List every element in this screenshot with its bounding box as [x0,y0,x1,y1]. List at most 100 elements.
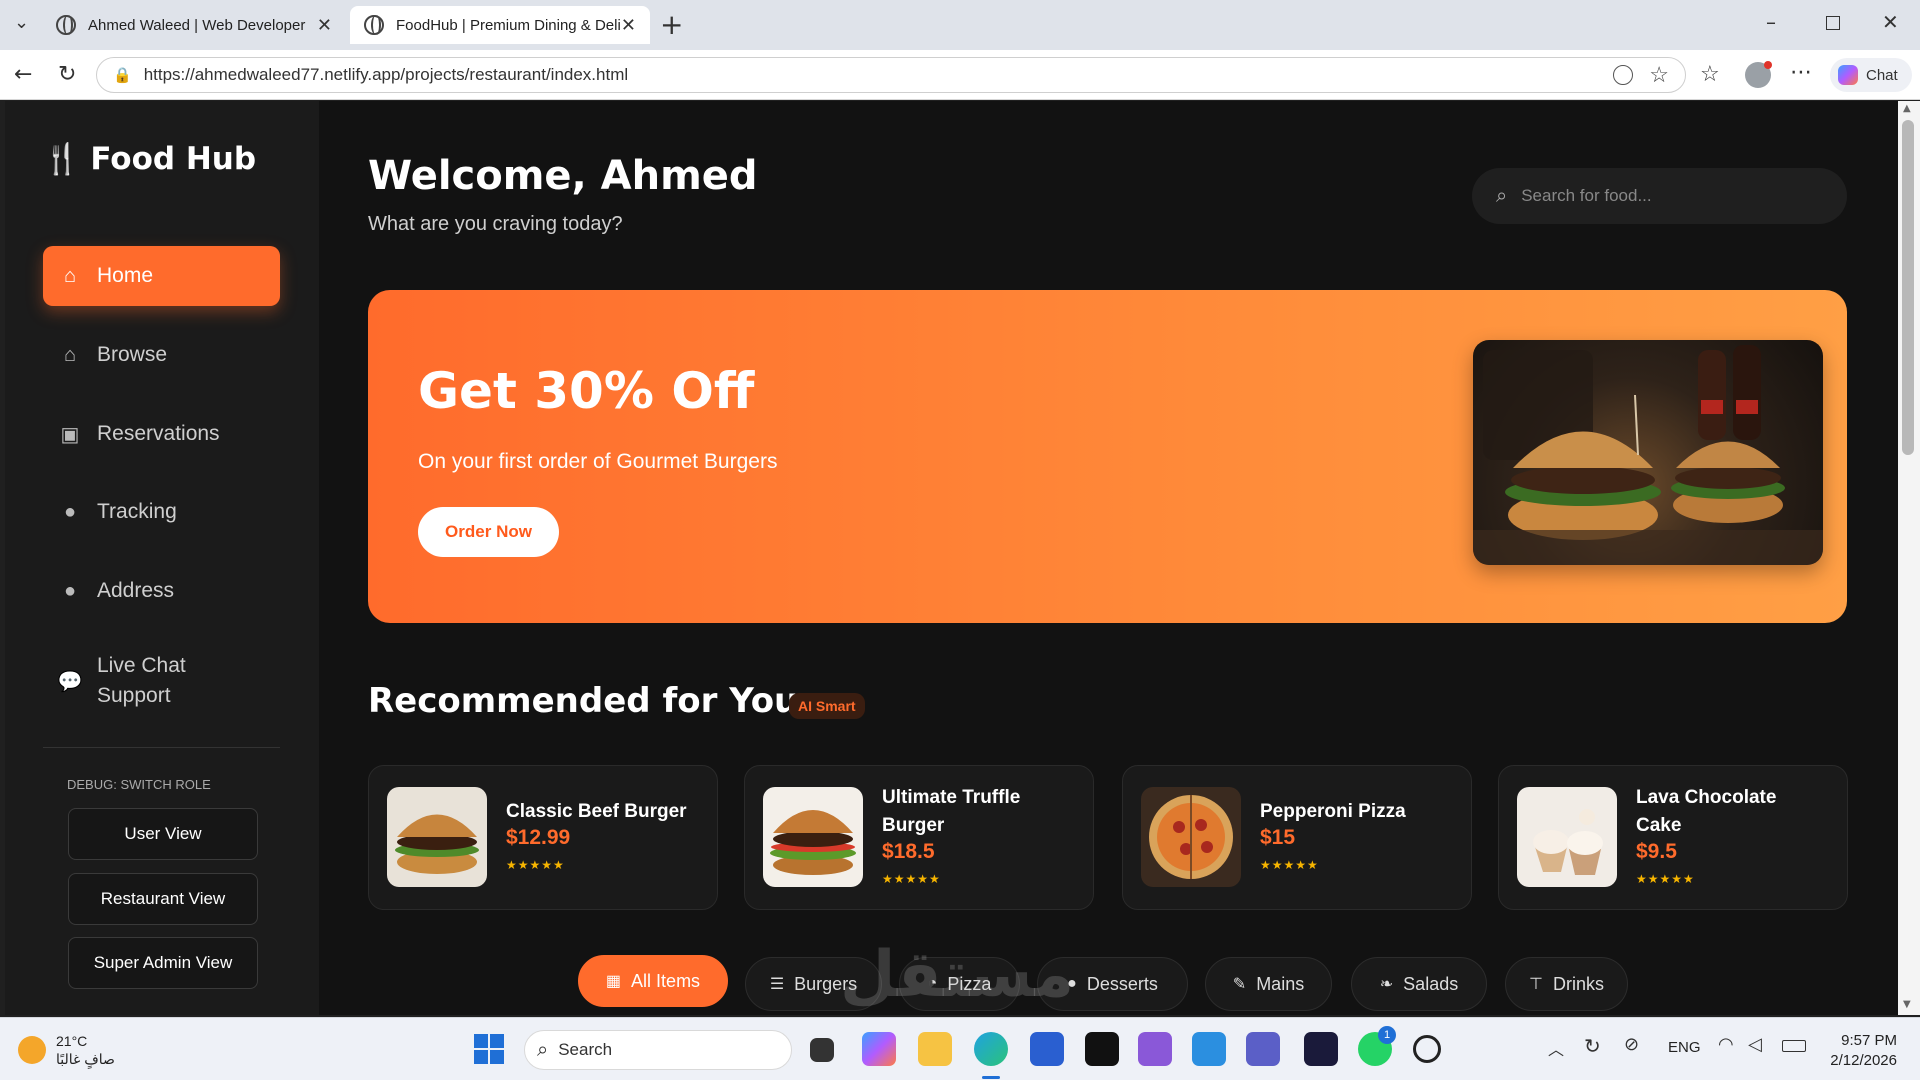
category-desserts[interactable]: ● Desserts [1037,957,1188,1011]
sidebar-item-live-chat[interactable]: 💬 Live Chat Support [43,646,280,716]
close-tab-icon[interactable]: ✕ [317,15,332,36]
rating-stars: ★★★★★ [882,872,941,886]
category-burgers[interactable]: ☰ Burgers [745,957,882,1011]
back-icon[interactable]: ← [14,62,32,87]
food-image [1517,787,1617,887]
start-button[interactable] [474,1034,504,1064]
store-icon[interactable] [1030,1032,1064,1066]
more-menu-icon[interactable]: ⋯ [1790,60,1812,85]
brand-logo[interactable]: 🍴 Food Hub [43,141,256,177]
home-icon: ⌂ [63,343,77,366]
scroll-up-icon[interactable]: ▲ [1903,103,1911,114]
food-name: Lava Chocolate Cake [1636,784,1776,840]
close-window-icon[interactable]: ✕ [1882,10,1899,34]
sidebar-item-browse[interactable]: ⌂ Browse [43,325,280,385]
recommended-title: Recommended for You [368,681,799,721]
chatgpt-icon[interactable] [1413,1035,1441,1063]
cookie-icon: ● [1067,975,1077,992]
app-icon[interactable] [1304,1032,1338,1066]
start-logo-tile [490,1034,504,1048]
edge-icon[interactable] [974,1032,1008,1066]
food-card[interactable]: Pepperoni Pizza $15 ★★★★★ [1122,765,1472,910]
sidebar-item-tracking[interactable]: ● Tracking [43,482,280,542]
category-label: Drinks [1552,973,1604,994]
category-salads[interactable]: ❧ Salads [1351,957,1487,1011]
food-card[interactable]: Ultimate Truffle Burger $18.5 ★★★★★ [744,765,1094,910]
sidebar-item-home[interactable]: ⌂ Home [43,246,280,306]
category-pizza[interactable]: ◔ Pizza [899,957,1020,1011]
food-price: $9.5 [1636,840,1677,863]
food-card[interactable]: Classic Beef Burger $12.99 ★★★★★ [368,765,718,910]
copilot-icon[interactable] [862,1032,896,1066]
maximize-icon[interactable] [1826,16,1840,30]
weather-widget[interactable]: 21°C صافٍ غالبًا [18,1032,115,1068]
no-cloud-icon[interactable]: ⊘ [1624,1034,1639,1055]
category-label: All Items [631,970,701,991]
sidebar-item-address[interactable]: ● Address [43,561,280,621]
wifi-icon[interactable]: ◠ [1718,1034,1734,1055]
tab-portfolio[interactable]: Ahmed Waleed | Web Developer ✕ [42,6,346,44]
taskbar-search[interactable]: ⌕ Search [524,1030,792,1070]
copilot-chat-button[interactable]: Chat [1830,58,1912,92]
system-clock[interactable]: 9:57 PM 2/12/2026 [1830,1031,1897,1071]
vscode-icon[interactable] [1192,1032,1226,1066]
ai-smart-badge: AI Smart [789,693,865,719]
tab-list-chevron-icon[interactable]: ⌄ [14,12,29,33]
category-all-items[interactable]: ▦ All Items [578,955,728,1007]
battery-icon[interactable] [1782,1040,1806,1052]
chevron-up-icon[interactable]: ︿ [1548,1036,1564,1060]
glass-icon: ⊤ [1529,976,1543,993]
promo-banner: Get 30% Off On your first order of Gourm… [368,290,1847,623]
user-view-button[interactable]: User View [68,808,258,860]
order-now-button[interactable]: Order Now [418,507,559,557]
minimize-icon[interactable]: – [1766,10,1776,34]
food-price: $18.5 [882,840,935,863]
sync-icon[interactable]: ↻ [1584,1034,1601,1058]
new-tab-icon[interactable]: + [660,8,683,41]
live-chat-line1: Live Chat [97,654,186,677]
restaurant-view-button[interactable]: Restaurant View [68,873,258,925]
jetbrains-icon[interactable] [1085,1032,1119,1066]
scrollbar-thumb[interactable] [1902,120,1914,455]
food-name-line2: Cake [1636,815,1682,836]
favorites-icon[interactable]: ☆ [1700,62,1720,87]
food-name-line2: Burger [882,815,945,836]
category-mains[interactable]: ✎ Mains [1205,957,1332,1011]
page-subtitle: What are you craving today? [368,213,623,235]
food-price: $15 [1260,826,1296,849]
task-view-icon[interactable] [810,1038,834,1062]
food-card[interactable]: Lava Chocolate Cake $9.5 ★★★★★ [1498,765,1848,910]
start-logo-tile [490,1050,504,1064]
url-field[interactable]: 🔒 https://ahmedwaleed77.netlify.app/proj… [96,57,1686,93]
url-text: https://ahmedwaleed77.netlify.app/projec… [143,65,629,84]
browser-tab-bar: ⌄ Ahmed Waleed | Web Developer ✕ FoodHub… [0,0,1920,50]
home-icon: ⌂ [63,264,77,287]
sidebar-divider [43,747,280,748]
sidebar-item-reservations[interactable]: ▣ Reservations [43,404,280,464]
language-indicator[interactable]: ENG [1668,1039,1701,1056]
tab-foodhub[interactable]: FoodHub | Premium Dining & Deli ✕ [350,6,650,44]
live-chat-line2: Support [97,684,171,707]
search-icon: ⌕ [537,1038,549,1061]
food-name-line1: Lava Chocolate [1636,787,1777,808]
food-price: $12.99 [506,826,571,849]
favorite-star-icon[interactable]: ☆ [1649,62,1669,88]
teams-icon[interactable] [1246,1032,1280,1066]
scroll-down-icon[interactable]: ▼ [1903,999,1911,1010]
category-drinks[interactable]: ⊤ Drinks [1505,957,1628,1011]
reader-icon[interactable] [1613,65,1633,85]
search-input[interactable]: ⌕ Search for food... [1472,168,1847,224]
super-admin-view-button[interactable]: Super Admin View [68,937,258,989]
volume-icon[interactable]: ◁ [1748,1034,1762,1055]
calendar-icon: ▣ [60,423,80,446]
reload-icon[interactable]: ↻ [58,62,76,87]
search-icon: ⌕ [1496,184,1508,207]
tab-title: FoodHub | Premium Dining & Deli [396,16,621,34]
visual-studio-icon[interactable] [1138,1032,1172,1066]
drumstick-icon: ✎ [1232,976,1247,993]
close-tab-icon[interactable]: ✕ [621,15,636,36]
file-explorer-icon[interactable] [918,1032,952,1066]
globe-icon [56,15,76,35]
sidebar-item-label: Tracking [97,500,177,523]
fork-knife-icon: 🍴 [43,141,81,177]
